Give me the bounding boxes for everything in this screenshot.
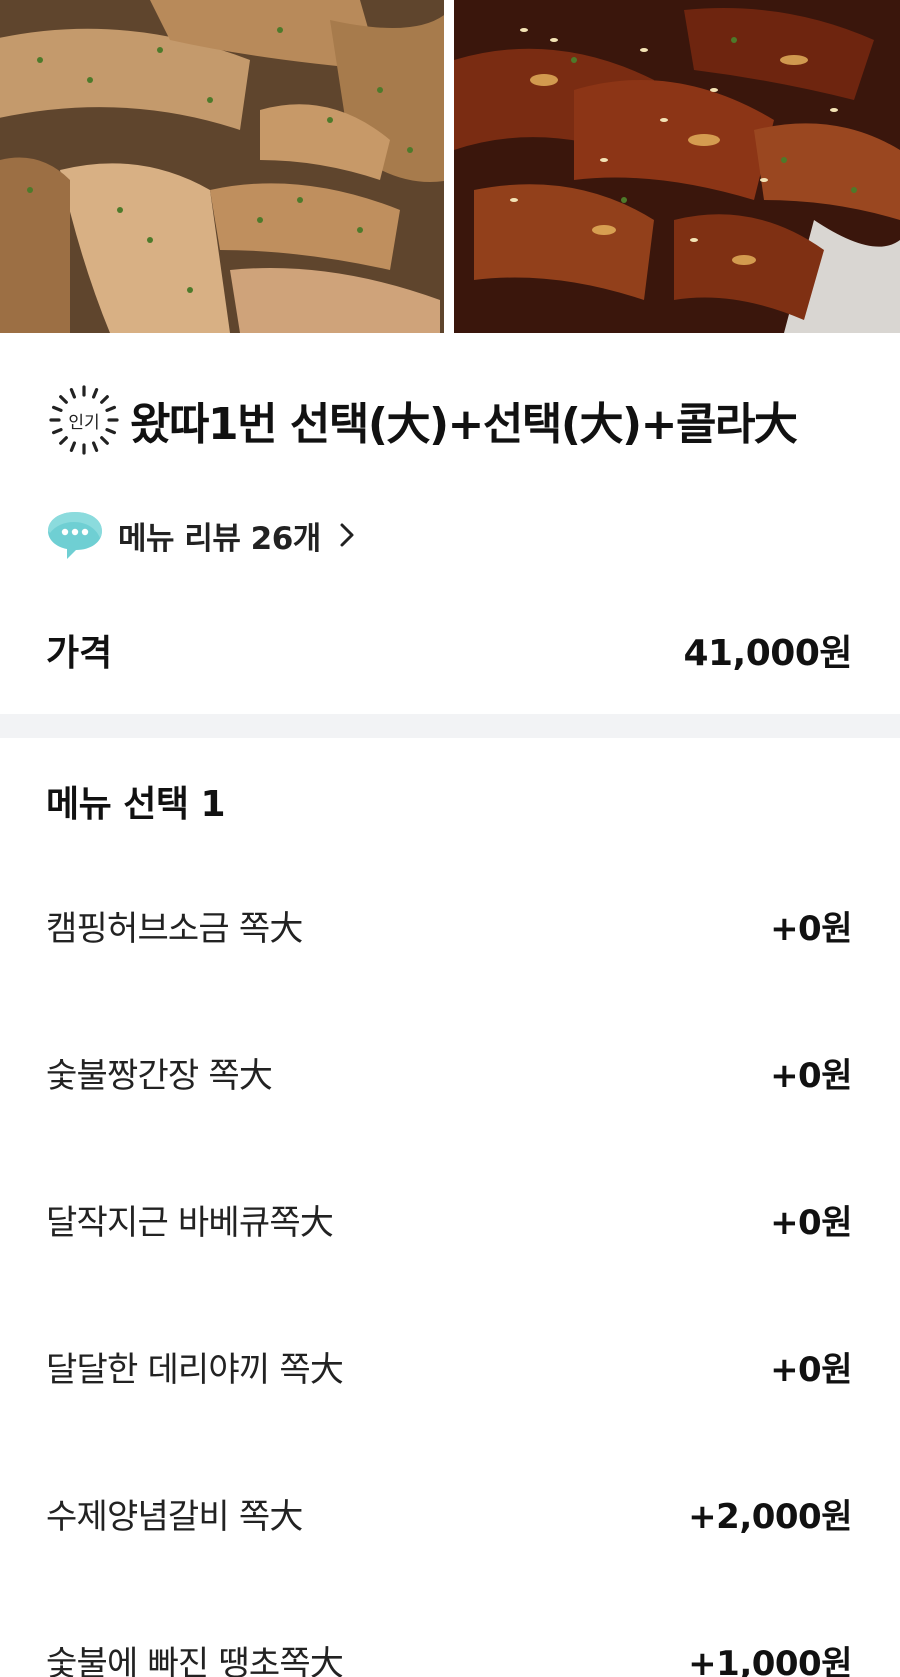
option-price: +0원 [770,908,852,949]
option-group-title: 메뉴 선택 1 [46,784,226,825]
bbq-glazed-ribs-photo [454,0,900,333]
option-price: +0원 [770,1349,852,1390]
section-divider [0,714,900,738]
price-label: 가격 [46,633,113,674]
option-name: 달작지근 바베큐쪽大 [46,1202,334,1243]
popular-badge-label: 인기 [68,412,100,433]
option-name: 수제양념갈비 쪽大 [46,1496,303,1537]
option-item[interactable]: 숯불짱간장 쪽大 +0원 [46,1027,852,1117]
option-item[interactable]: 숯불에 빠진 땡초쪽大 +1,000원 [46,1615,852,1677]
price-row: 가격 41,000원 [46,620,852,680]
menu-title-row: 인기 왔따1번 선택(大)+선택(大)+콜라大 [46,380,798,460]
popular-badge-icon: 인기 [46,382,122,458]
option-item[interactable]: 캠핑허브소금 쪽大 +0원 [46,880,852,970]
chat-bubble-icon [48,512,102,559]
option-item[interactable]: 수제양념갈비 쪽大 +2,000원 [46,1468,852,1558]
option-name: 달달한 데리야끼 쪽大 [46,1349,344,1390]
option-price: +0원 [770,1202,852,1243]
option-list: 캠핑허브소금 쪽大 +0원 숯불짱간장 쪽大 +0원 달작지근 바베큐쪽大 +0… [0,880,900,1677]
option-price: +2,000원 [688,1496,852,1537]
menu-review-label: 메뉴 리뷰 26개 [118,520,321,557]
menu-review-link[interactable]: 메뉴 리뷰 26개 [46,505,355,565]
option-item[interactable]: 달작지근 바베큐쪽大 +0원 [46,1174,852,1264]
option-item[interactable]: 달달한 데리야끼 쪽大 +0원 [46,1321,852,1411]
option-price: +1,000원 [688,1643,852,1677]
price-value: 41,000원 [683,633,852,674]
chevron-right-icon [340,523,354,547]
menu-photo-gallery [0,0,900,333]
menu-title: 왔따1번 선택(大)+선택(大)+콜라大 [130,399,798,450]
option-name: 캠핑허브소금 쪽大 [46,908,303,949]
herb-salt-ribs-photo [0,0,444,333]
option-price: +0원 [770,1055,852,1096]
option-name: 숯불짱간장 쪽大 [46,1055,273,1096]
option-name: 숯불에 빠진 땡초쪽大 [46,1643,344,1677]
